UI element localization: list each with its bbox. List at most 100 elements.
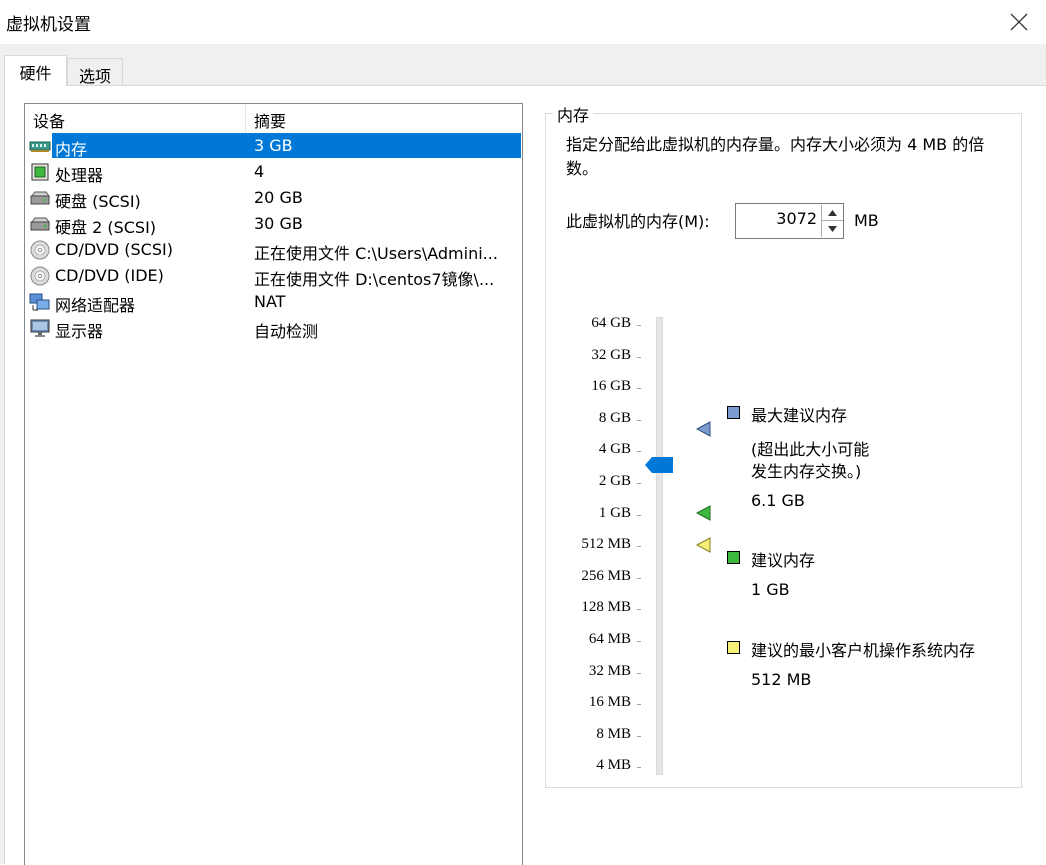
device-row-hard-disk[interactable]: 硬盘 (SCSI) 20 GB	[25, 185, 522, 211]
close-icon	[1010, 13, 1028, 31]
memory-slider-track[interactable]	[656, 317, 663, 775]
memory-unit: MB	[854, 211, 879, 230]
device-summary: 20 GB	[254, 188, 303, 207]
memory-scale-tick	[637, 356, 641, 358]
device-name: 硬盘 2 (SCSI)	[55, 218, 157, 237]
device-name: 网络适配器	[55, 296, 136, 315]
device-row-network-adapter[interactable]: 网络适配器 NAT	[25, 289, 522, 315]
tab-hardware[interactable]: 硬件	[4, 55, 67, 86]
memory-scale-label: 16 MB	[588, 694, 631, 711]
hardware-panel: 设备 摘要 内存 3 GB 处理器 4 硬盘 (SCSI) 20 GB 硬盘 2…	[4, 85, 1046, 865]
display-icon	[30, 319, 50, 337]
memory-scale-label: 4 GB	[598, 441, 631, 458]
recommended-marker-icon	[696, 505, 711, 521]
device-list[interactable]: 设备 摘要 内存 3 GB 处理器 4 硬盘 (SCSI) 20 GB 硬盘 2…	[24, 103, 523, 865]
list-header: 设备 摘要	[25, 104, 522, 132]
hard-disk-icon	[30, 217, 50, 231]
memory-scale-label: 8 GB	[598, 409, 631, 426]
column-header-device[interactable]: 设备	[25, 104, 246, 132]
device-name: CD/DVD (SCSI)	[55, 240, 173, 259]
tab-options[interactable]: 选项	[67, 58, 123, 86]
device-summary: 3 GB	[254, 136, 293, 155]
max-recommended-value: 6.1 GB	[751, 491, 805, 510]
device-name: 处理器	[55, 166, 104, 185]
hard-disk-icon	[30, 191, 50, 205]
memory-value[interactable]: 3072	[776, 209, 817, 228]
max-recommended-note-line1: (超出此大小可能	[751, 440, 870, 459]
title-bar: 虚拟机设置	[0, 0, 1046, 44]
device-row-cd-dvd-ide[interactable]: CD/DVD (IDE) 正在使用文件 D:\centos7镜像\...	[25, 263, 522, 289]
device-summary: 自动检测	[254, 322, 319, 341]
memory-scale-tick	[637, 767, 641, 769]
recommended-legend-swatch	[727, 551, 740, 564]
memory-scale-tick	[637, 419, 641, 421]
min-recommended-value: 512 MB	[751, 670, 812, 689]
memory-scale-tick	[637, 609, 641, 611]
memory-scale-label: 32 MB	[588, 662, 631, 679]
memory-scale-tick	[637, 451, 641, 453]
memory-scale-tick	[637, 704, 641, 706]
memory-scale-tick	[637, 325, 641, 326]
chevron-down-icon	[828, 226, 837, 232]
memory-scale-tick	[637, 514, 641, 516]
device-row-display[interactable]: 显示器 自动检测	[25, 315, 522, 341]
device-summary: NAT	[254, 292, 286, 311]
recommended-label: 建议内存	[751, 551, 816, 570]
memory-scale-label: 32 GB	[591, 346, 631, 363]
memory-scale-label: 512 MB	[581, 536, 631, 553]
memory-scale-label: 256 MB	[581, 567, 631, 584]
device-row-hard-disk-2[interactable]: 硬盘 2 (SCSI) 30 GB	[25, 211, 522, 237]
memory-scale-label: 8 MB	[596, 725, 631, 742]
min-recommended-legend-swatch	[727, 641, 740, 654]
memory-scale-tick	[637, 577, 641, 579]
max-recommended-legend-swatch	[727, 406, 740, 419]
device-summary: 正在使用文件 C:\Users\Admini...	[254, 244, 498, 263]
chevron-up-icon	[828, 210, 837, 216]
memory-scale-tick	[637, 672, 641, 674]
memory-description: 指定分配给此虚拟机的内存量。内存大小必须为 4 MB 的倍数。	[566, 135, 985, 178]
cd-dvd-icon	[30, 240, 50, 260]
device-name: 硬盘 (SCSI)	[55, 192, 141, 211]
memory-spinbox[interactable]: 3072	[735, 203, 844, 239]
memory-scale-tick	[637, 483, 641, 484]
memory-scale-label: 64 MB	[588, 631, 631, 647]
close-button[interactable]	[992, 0, 1046, 44]
recommended-value: 1 GB	[751, 580, 790, 599]
device-summary: 30 GB	[254, 214, 303, 233]
device-summary: 4	[254, 162, 265, 181]
memory-slider-thumb[interactable]	[645, 457, 675, 473]
memory-group-title: 内存	[553, 102, 594, 126]
spin-up-button[interactable]	[821, 205, 843, 221]
processor-icon	[31, 163, 49, 181]
memory-icon	[29, 141, 51, 152]
device-summary: 正在使用文件 D:\centos7镜像\...	[254, 270, 495, 289]
device-name: 显示器	[55, 322, 104, 341]
max-recommended-label: 最大建议内存	[751, 406, 848, 425]
spin-down-button[interactable]	[821, 221, 843, 237]
max-recommended-marker-icon	[696, 421, 711, 437]
memory-scale-tick	[637, 388, 641, 390]
memory-scale-label: 1 GB	[598, 504, 631, 521]
device-name: CD/DVD (IDE)	[55, 266, 164, 285]
network-adapter-icon	[29, 293, 50, 311]
memory-scale-tick	[637, 546, 641, 548]
dialog-client-area: 硬件 选项 设备 摘要 内存 3 GB 处理器 4 硬盘 (SCSI) 20 G…	[0, 44, 1046, 865]
cd-dvd-icon	[30, 266, 50, 286]
window-title: 虚拟机设置	[6, 15, 91, 35]
device-row-cd-dvd-scsi[interactable]: CD/DVD (SCSI) 正在使用文件 C:\Users\Admini...	[25, 237, 522, 263]
device-row-memory[interactable]: 内存 3 GB	[25, 133, 522, 159]
memory-scale-tick	[637, 641, 641, 642]
max-recommended-note-line2: 发生内存交换。)	[751, 462, 862, 481]
memory-scale-label: 2 GB	[598, 473, 631, 489]
memory-scale-label: 128 MB	[581, 599, 631, 616]
device-row-processor[interactable]: 处理器 4	[25, 159, 522, 185]
memory-scale-label: 4 MB	[596, 757, 631, 774]
column-header-summary[interactable]: 摘要	[246, 104, 522, 132]
memory-field-label: 此虚拟机的内存(M):	[566, 212, 710, 231]
memory-scale-label: 16 GB	[591, 378, 631, 395]
memory-scale-label: 64 GB	[591, 315, 631, 331]
min-recommended-marker-icon	[696, 537, 711, 553]
memory-scale-tick	[637, 735, 641, 737]
min-recommended-label: 建议的最小客户机操作系统内存	[751, 641, 976, 660]
device-name: 内存	[55, 140, 88, 159]
